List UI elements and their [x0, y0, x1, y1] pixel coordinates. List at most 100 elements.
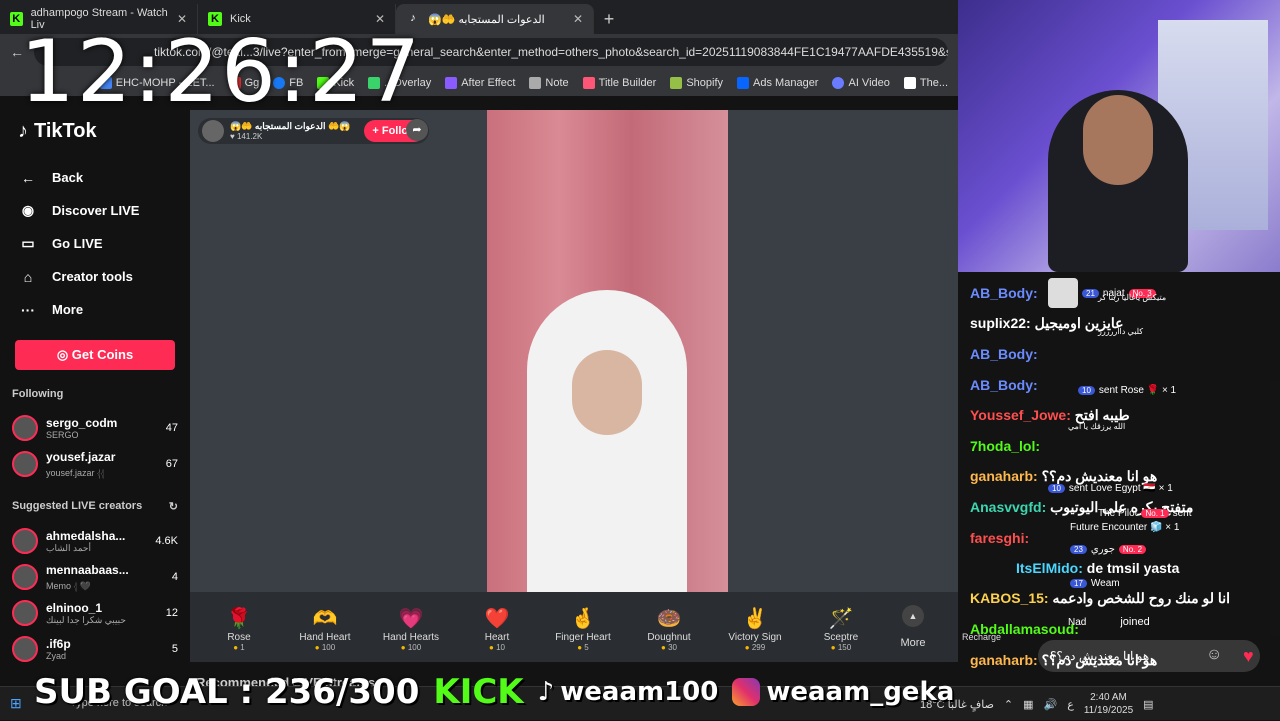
avatar — [12, 564, 38, 590]
bookmark-item[interactable]: Ads Manager — [737, 77, 818, 89]
gift-rose[interactable]: 🌹Rose1 — [196, 592, 282, 662]
webcam-feed — [958, 0, 1280, 272]
following-account[interactable]: sergo_codm SERGO 47 — [12, 410, 178, 446]
language-indicator[interactable]: ع — [1067, 698, 1074, 711]
bookmark-item[interactable]: Note — [529, 77, 569, 89]
instagram-handle: weaam_geka — [732, 677, 954, 707]
bookmark-item[interactable]: The... — [903, 77, 948, 89]
instagram-icon — [732, 678, 761, 706]
new-tab-button[interactable]: + — [594, 4, 624, 34]
gift-hand-heart[interactable]: 🫶Hand Heart100 — [282, 592, 368, 662]
streamer-face — [1083, 95, 1153, 185]
kick-logo: KICK — [433, 672, 524, 712]
streamer-face — [572, 350, 642, 435]
chat-message: AB_Body: — [970, 285, 1038, 301]
dots-icon: ··· — [21, 301, 35, 318]
nav-more[interactable]: ··· More — [12, 293, 178, 326]
refresh-icon[interactable]: ↻ — [169, 500, 178, 513]
clock-overlay: 12:26:27 — [20, 22, 423, 122]
close-icon[interactable]: ✕ — [573, 12, 583, 26]
ai-icon — [832, 77, 845, 89]
tiktok-event-text: Future Encounter 🧊 × 1 — [1070, 522, 1180, 533]
bookmark-item[interactable]: Shopify — [670, 77, 723, 89]
chat-message: ganaharb: هو انا معنديش دم؟؟ — [970, 652, 1158, 668]
suggested-account[interactable]: elninoo_1 حبيبي شكرا جدا لبينك 12 — [12, 595, 178, 631]
nav-back[interactable]: ← Back — [12, 161, 178, 194]
suggested-title: Suggested LIVE creators ↻ — [12, 500, 178, 513]
home-icon: ⌂ — [23, 268, 33, 285]
volume-icon[interactable]: 🔊 — [1044, 698, 1058, 711]
back-arrow-icon: ← — [21, 169, 35, 186]
fx-icon — [445, 77, 458, 89]
browser-tab-active[interactable]: ♪ 😱🤲 الدعوات المستجابه ✕ — [396, 4, 594, 34]
tiktok-event-text: متيكش ياغاليا ربنا كر — [1098, 293, 1167, 302]
finger-heart-icon: 🤞 — [570, 608, 596, 630]
doughnut-icon: 🍩 — [656, 608, 682, 630]
following-account[interactable]: yousef.jazar yousef.jazar 𓂆𓂆 67 — [12, 446, 178, 482]
chat-panel: 21 najat No. 3 متيكش ياغاليا ربنا كر AB_Bo… — [958, 272, 1280, 686]
tiktok-event: Nad joined — [1068, 616, 1150, 628]
host-avatar — [202, 120, 224, 142]
note-icon — [529, 77, 542, 89]
chevron-up-icon[interactable]: ⌃ — [1004, 698, 1013, 711]
gift-sceptre[interactable]: 🪄Sceptre150 — [798, 592, 884, 662]
get-coins-button[interactable]: ◎ Get Coins — [15, 340, 175, 370]
taskbar-clock[interactable]: 2:40 AM 11/19/2025 — [1084, 691, 1133, 717]
nav-go-live[interactable]: ▭ Go LIVE — [12, 227, 178, 260]
bookmark-item[interactable]: Title Builder — [582, 77, 656, 89]
network-icon[interactable]: ▦ — [1023, 698, 1033, 711]
tiktok-event: 10 sent Love Egypt 🇪🇬 × 1 — [1048, 483, 1173, 494]
tiktok-handle: ♪ weaam100 — [537, 677, 719, 707]
gift-victory-sign[interactable]: ✌️Victory Sign299 — [712, 592, 798, 662]
windows-start-icon[interactable]: ⊞ — [10, 695, 22, 712]
hand-heart-icon: 🫶 — [312, 608, 338, 630]
recharge-button[interactable]: Recharge — [962, 632, 1001, 642]
meta-icon — [737, 77, 750, 89]
avatar — [12, 600, 38, 626]
nav-discover-live[interactable]: ◉ Discover LIVE — [12, 194, 178, 227]
hand-hearts-icon: 💗 — [398, 608, 424, 630]
stream-overlay-bar: SUB GOAL : 236/300 KICK ♪ weaam100 weaam_… — [34, 672, 954, 712]
emoji-icon[interactable]: ☺ — [1206, 646, 1222, 664]
gift-finger-heart[interactable]: 🤞Finger Heart5 — [540, 592, 626, 662]
live-video[interactable] — [487, 110, 728, 592]
more-gifts-button[interactable]: ▲ More — [890, 592, 936, 662]
bookmark-item[interactable]: AI Video — [832, 77, 890, 89]
suggested-account[interactable]: ahmedalsha... أحمد الشاب 4.6K — [12, 523, 178, 559]
suggested-account[interactable]: .if6p Zyad 5 — [12, 631, 178, 667]
chat-message: KABOS_15: انا لو منك روح للشخص وادعمه — [970, 590, 1230, 606]
suggested-account[interactable]: mennaabaas... Memo 𓂆 🖤 4 — [12, 559, 178, 595]
shopify-icon — [670, 77, 683, 89]
following-title: Following — [12, 388, 64, 400]
chat-message: AB_Body: — [970, 377, 1038, 393]
chat-message: 7hoda_lol: — [970, 438, 1041, 454]
tiktok-event: 23 جوري No. 2 — [1070, 544, 1150, 555]
gift-heart[interactable]: ❤️Heart10 — [454, 592, 540, 662]
avatar — [12, 451, 38, 477]
notification-icon[interactable]: ▤ — [1143, 698, 1153, 711]
tiktok-icon: ♪ — [537, 677, 555, 707]
chat-message: faresghi: — [970, 530, 1030, 546]
sub-goal-text: SUB GOAL : 236/300 — [34, 672, 420, 712]
chat-message: AB_Body: — [970, 346, 1038, 362]
tiktok-event-text: كلبي دااررررر — [1098, 327, 1144, 336]
heart-icon: ❤️ — [484, 608, 510, 630]
heart-like-icon[interactable]: ♥ — [1243, 646, 1254, 667]
share-icon[interactable]: ➦ — [406, 119, 428, 141]
gift-doughnut[interactable]: 🍩Doughnut30 — [626, 592, 712, 662]
rose-icon: 🌹 — [226, 608, 252, 630]
live-stage: 😱🤲 الدعوات المستجابه 🤲😱 ♥ 141.2K + Follow… — [190, 110, 958, 592]
gift-hand-hearts[interactable]: 💗Hand Hearts100 — [368, 592, 454, 662]
bookmark-item[interactable]: After Effect — [445, 77, 515, 89]
nav-creator-tools[interactable]: ⌂ Creator tools — [12, 260, 178, 293]
avatar — [12, 415, 38, 441]
chevron-up-icon: ▲ — [902, 605, 924, 627]
system-tray: 18°C صافٍ غالبًا ⌃ ▦ 🔊 ع 2:40 AM 11/19/20… — [920, 687, 1154, 721]
victory-icon: ✌️ — [742, 608, 768, 630]
tiktok-logo[interactable]: ♪ TikTok — [18, 120, 178, 143]
tiktok-event: 17 Weam — [1070, 578, 1124, 589]
title-icon — [582, 77, 595, 89]
tiktok-event: 10 sent Rose 🌹 × 1 — [1078, 385, 1176, 396]
sceptre-icon: 🪄 — [828, 608, 854, 630]
tiktok-sidebar: ♪ TikTok ← Back ◉ Discover LIVE ▭ Go LIVE ⌂ C… — [0, 96, 190, 686]
